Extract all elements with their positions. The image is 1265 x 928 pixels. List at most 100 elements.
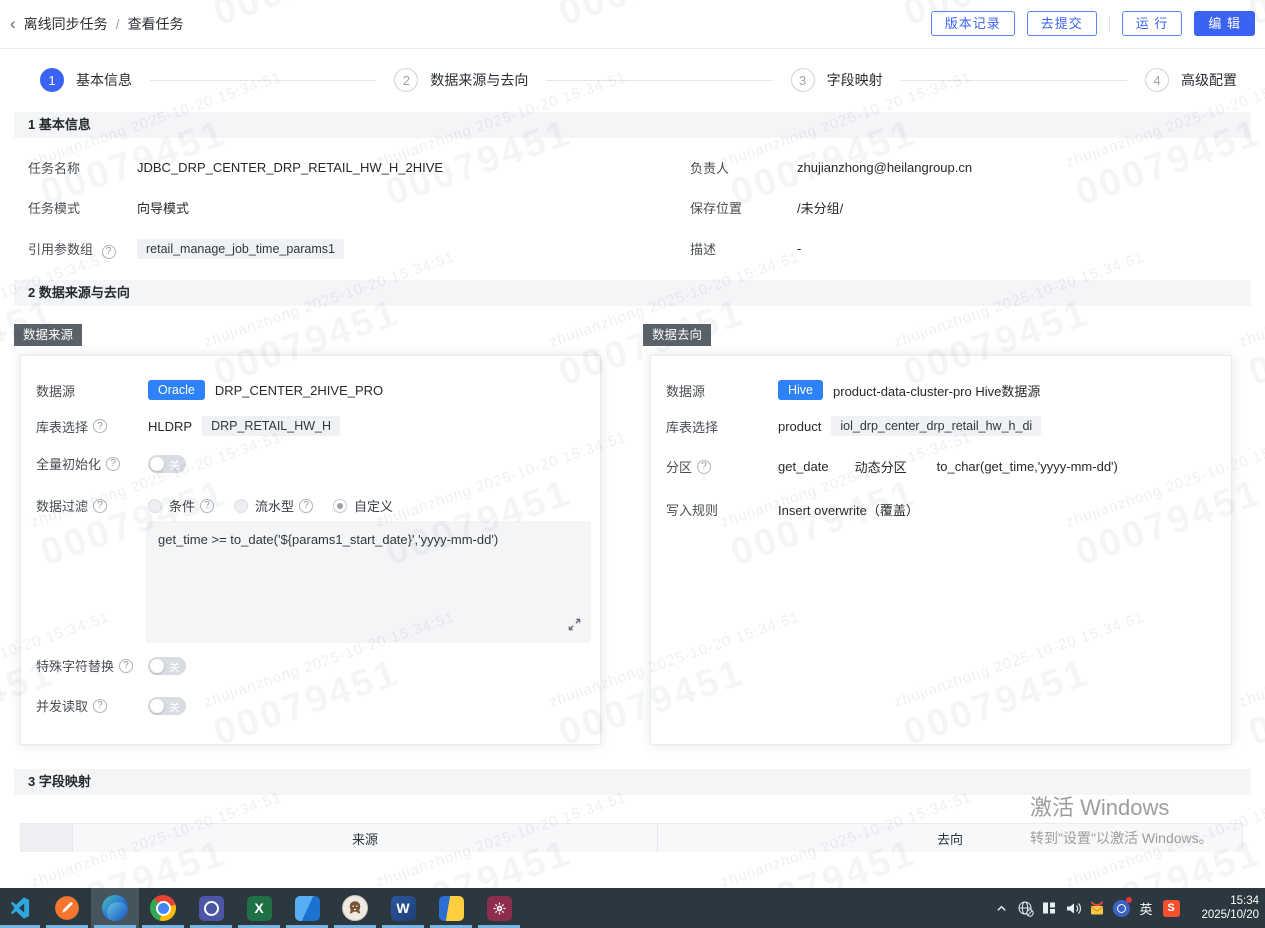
expand-icon[interactable] bbox=[568, 618, 581, 636]
dest-datasource-row: 数据源 Hive product-data-cluster-pro Hive数据… bbox=[666, 380, 1219, 400]
taskbar-edge-active[interactable] bbox=[91, 888, 139, 928]
mapping-source-column-header: 来源 bbox=[73, 824, 658, 852]
help-icon[interactable]: ? bbox=[93, 499, 107, 513]
taskbar-blue-flag-app[interactable] bbox=[283, 888, 331, 928]
partition-mode: 动态分区 bbox=[855, 457, 907, 476]
taskbar-chat-app[interactable] bbox=[187, 888, 235, 928]
param-group-label: 引用参数组 ? bbox=[28, 239, 137, 259]
help-icon[interactable]: ? bbox=[93, 699, 107, 713]
taskbar-pencil-app[interactable] bbox=[43, 888, 91, 928]
radio-icon-selected[interactable] bbox=[333, 499, 347, 513]
breadcrumb-parent[interactable]: 离线同步任务 bbox=[24, 14, 108, 34]
source-special-char-row: 特殊字符替换 ? 关 bbox=[36, 656, 588, 675]
step-field-mapping[interactable]: 3 字段映射 bbox=[791, 68, 883, 92]
source-datasource-label: 数据源 bbox=[36, 381, 148, 400]
filter-option-condition[interactable]: 条件 ? bbox=[148, 496, 214, 515]
dest-panel-tag: 数据去向 bbox=[643, 324, 711, 346]
tray-ime-indicator[interactable]: 英 bbox=[1133, 888, 1159, 928]
tray-chat-icon[interactable] bbox=[1109, 888, 1133, 928]
help-icon[interactable]: ? bbox=[200, 499, 214, 513]
help-icon[interactable]: ? bbox=[102, 245, 116, 259]
vscode-icon bbox=[6, 895, 32, 921]
help-icon[interactable]: ? bbox=[93, 419, 107, 433]
tray-volume-icon[interactable] bbox=[1061, 888, 1085, 928]
step-connector bbox=[150, 80, 376, 81]
dest-table-row: 库表选择 product iol_drp_center_drp_retail_h… bbox=[666, 416, 1219, 436]
source-datasource-name: DRP_CENTER_2HIVE_PRO bbox=[215, 383, 383, 398]
radio-label: 条件 bbox=[169, 496, 195, 515]
concurrent-toggle[interactable]: 关 bbox=[148, 697, 186, 715]
version-history-button[interactable]: 版本记录 bbox=[931, 11, 1015, 36]
tray-network-offline-icon[interactable] bbox=[1013, 888, 1037, 928]
step-number: 1 bbox=[40, 68, 64, 92]
filter-option-streaming[interactable]: 流水型 ? bbox=[234, 496, 313, 515]
submit-button[interactable]: 去提交 bbox=[1027, 11, 1097, 36]
step-advanced-config[interactable]: 4 高级配置 bbox=[1145, 68, 1237, 92]
radio-icon[interactable] bbox=[148, 499, 162, 513]
step-number: 4 bbox=[1145, 68, 1169, 92]
tray-chevron-up-icon[interactable] bbox=[989, 888, 1013, 928]
source-panel-tag: 数据来源 bbox=[14, 324, 82, 346]
filter-expression: get_time >= to_date('${params1_start_dat… bbox=[158, 532, 498, 547]
taskbar-database-gear-app[interactable] bbox=[475, 888, 523, 928]
taskbar-vscode[interactable] bbox=[0, 888, 43, 928]
partition-expr: to_char(get_time,'yyyy-mm-dd') bbox=[937, 459, 1118, 474]
special-char-toggle[interactable]: 关 bbox=[148, 657, 186, 675]
dest-panel: 数据源 Hive product-data-cluster-pro Hive数据… bbox=[650, 355, 1232, 745]
field-mapping-table-header: 来源 去向 bbox=[20, 823, 1243, 852]
step-basic-info[interactable]: 1 基本信息 bbox=[40, 68, 132, 92]
radio-label: 流水型 bbox=[255, 496, 294, 515]
taskbar-clock[interactable]: 15:34 2025/10/20 bbox=[1191, 894, 1259, 922]
taskbar-word[interactable]: W bbox=[379, 888, 427, 928]
section-source-dest-header: 2 数据来源与去向 bbox=[14, 280, 1251, 306]
full-init-toggle[interactable]: 关 bbox=[148, 455, 186, 473]
description-row: 描述 - bbox=[690, 239, 801, 258]
filter-expression-box[interactable]: get_time >= to_date('${params1_start_dat… bbox=[146, 521, 591, 643]
task-mode-value: 向导模式 bbox=[137, 198, 189, 217]
foxmail-icon bbox=[439, 896, 464, 921]
step-label: 字段映射 bbox=[827, 70, 883, 90]
taskbar-excel[interactable]: X bbox=[235, 888, 283, 928]
owner-value: zhujianzhong@heilangroup.cn bbox=[797, 160, 972, 175]
back-chevron-icon[interactable]: ‹ bbox=[10, 14, 16, 34]
taskbar-dbeaver[interactable] bbox=[331, 888, 379, 928]
tray-sogou-icon[interactable]: S bbox=[1159, 888, 1183, 928]
param-group-tag: retail_manage_job_time_params1 bbox=[137, 239, 344, 259]
section-basic-info-header: 1 基本信息 bbox=[14, 112, 1251, 138]
owner-label: 负责人 bbox=[690, 158, 797, 177]
help-icon[interactable]: ? bbox=[106, 457, 120, 471]
save-location-label: 保存位置 bbox=[690, 198, 797, 217]
help-icon[interactable]: ? bbox=[119, 659, 133, 673]
special-char-label-text: 特殊字符替换 bbox=[36, 656, 114, 675]
step-source-dest[interactable]: 2 数据来源与去向 bbox=[394, 68, 528, 92]
screen: zhujianzhong 2025-10-20 15:34:5100079451… bbox=[0, 0, 1265, 928]
taskbar-foxmail[interactable] bbox=[427, 888, 475, 928]
dest-datasource-type-tag: Hive bbox=[778, 380, 823, 400]
dest-table-tag: iol_drp_center_drp_retail_hw_h_di bbox=[831, 416, 1041, 436]
breadcrumb-separator: / bbox=[116, 16, 120, 32]
excel-icon: X bbox=[247, 896, 272, 921]
help-icon[interactable]: ? bbox=[697, 460, 711, 474]
toggle-off-label: 关 bbox=[169, 659, 180, 675]
pencil-app-icon bbox=[54, 895, 80, 921]
notification-badge bbox=[1126, 897, 1132, 903]
taskbar: X W bbox=[0, 888, 1265, 928]
tray-foxmail-icon[interactable] bbox=[1085, 888, 1109, 928]
run-button[interactable]: 运 行 bbox=[1122, 11, 1183, 36]
dbeaver-icon bbox=[342, 895, 368, 921]
param-group-row: 引用参数组 ? retail_manage_job_time_params1 bbox=[28, 239, 344, 259]
breadcrumb: ‹ 离线同步任务 / 查看任务 bbox=[10, 14, 184, 34]
toggle-off-label: 关 bbox=[169, 457, 180, 473]
radio-icon[interactable] bbox=[234, 499, 248, 513]
dest-datasource-label: 数据源 bbox=[666, 381, 778, 400]
taskbar-chrome[interactable] bbox=[139, 888, 187, 928]
button-divider bbox=[1109, 17, 1110, 31]
help-icon[interactable]: ? bbox=[299, 499, 313, 513]
tray-window-panes-icon[interactable] bbox=[1037, 888, 1061, 928]
owner-row: 负责人 zhujianzhong@heilangroup.cn bbox=[690, 158, 972, 177]
step-number: 2 bbox=[394, 68, 418, 92]
toggle-knob bbox=[150, 659, 164, 673]
filter-option-custom[interactable]: 自定义 bbox=[333, 496, 393, 515]
sogou-glyph: S bbox=[1163, 900, 1180, 917]
edit-button[interactable]: 编 辑 bbox=[1194, 11, 1255, 36]
